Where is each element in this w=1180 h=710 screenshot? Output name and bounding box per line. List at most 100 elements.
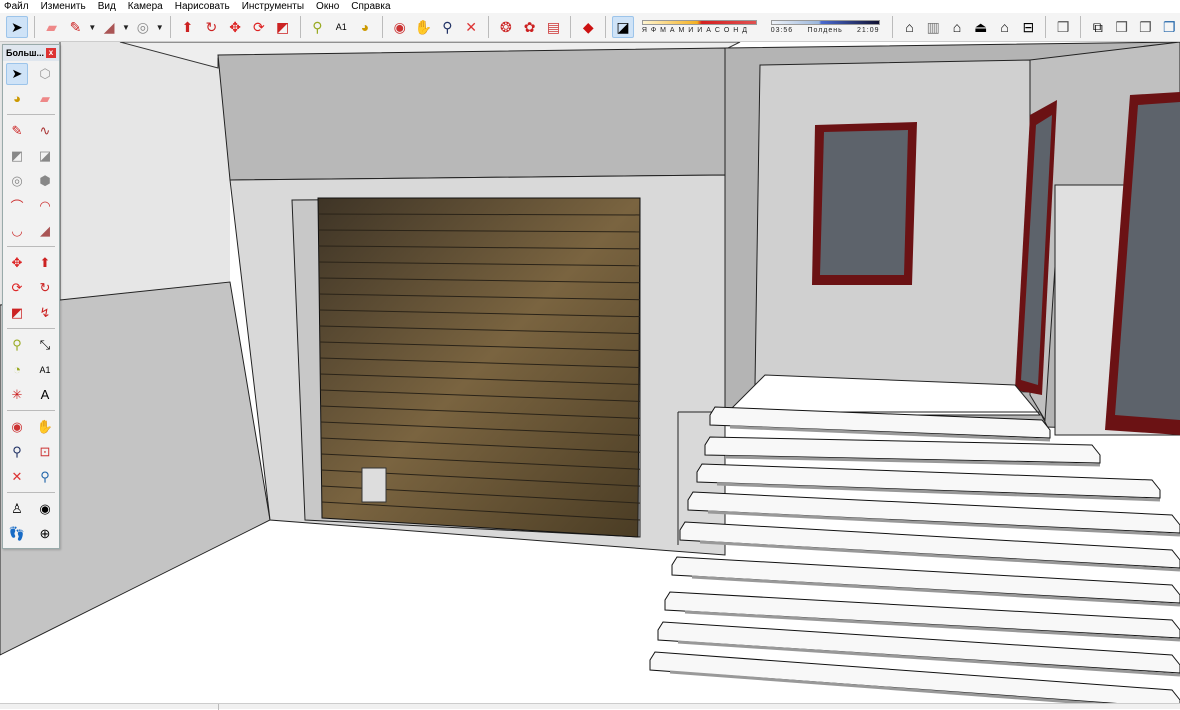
shadow-date-slider[interactable]: Я Ф М А М И И А С О Н Д — [641, 14, 757, 40]
protractor-icon[interactable]: ◔ — [6, 359, 28, 381]
orbit-icon[interactable]: ◉ — [389, 16, 411, 38]
palette-title-text: Больш... — [6, 48, 44, 58]
hidden-line-style-icon[interactable]: ❒ — [1111, 16, 1133, 38]
rotate-icon[interactable]: ⟳ — [6, 277, 28, 299]
time-end: 21:09 — [857, 27, 880, 34]
position-camera-icon[interactable]: ♙ — [6, 498, 28, 520]
menu-tools[interactable]: Инструменты — [242, 0, 304, 13]
select-tool-icon[interactable]: ➤ — [6, 16, 28, 38]
back-view-icon[interactable]: ⌂ — [994, 16, 1016, 38]
axes-icon[interactable]: ✳ — [6, 384, 28, 406]
dimension-icon[interactable]: ⤡ — [34, 334, 56, 356]
time-start: 03:56 — [770, 27, 794, 34]
3d-text-icon[interactable]: A — [34, 384, 56, 406]
push-pull-icon[interactable]: ⬆ — [177, 16, 199, 38]
pan-icon[interactable]: ✋ — [413, 16, 435, 38]
tape-measure-icon[interactable]: ⚲ — [6, 334, 28, 356]
zoom-extents-icon[interactable]: ✕ — [6, 466, 28, 488]
zoom-window-icon[interactable]: ⊡ — [34, 441, 56, 463]
shaded-style-icon[interactable]: ❐ — [1135, 16, 1157, 38]
text-tool-icon[interactable]: A1 — [330, 16, 352, 38]
arc-tool-icon[interactable]: ⌒ — [6, 195, 28, 217]
right-view-icon[interactable]: ⏏ — [970, 16, 992, 38]
rectangle-tool-icon[interactable]: ◩ — [6, 145, 28, 167]
warehouse-icon[interactable]: ❂ — [495, 16, 517, 38]
separator — [169, 16, 171, 38]
shadow-time-slider[interactable]: 03:56 Полдень 21:09 — [770, 14, 880, 40]
shadows-toggle-icon[interactable]: ◪ — [612, 16, 634, 38]
xray-style-icon[interactable]: ❒ — [1052, 16, 1074, 38]
zoom-icon[interactable]: ⚲ — [436, 16, 458, 38]
move-icon[interactable]: ✥ — [6, 252, 28, 274]
make-component-icon[interactable]: ⬡ — [34, 63, 56, 85]
left-view-icon[interactable]: ⊟ — [1017, 16, 1039, 38]
walk-icon[interactable]: 👣 — [6, 523, 28, 545]
scale-icon[interactable]: ◩ — [272, 16, 294, 38]
text-tool-icon[interactable]: A1 — [34, 359, 56, 381]
line-tool-icon[interactable]: ✎ — [6, 120, 28, 142]
freehand-tool-icon[interactable]: ∿ — [34, 120, 56, 142]
select-tool-icon[interactable]: ➤ — [6, 62, 28, 85]
section-plane-icon[interactable]: ⊕ — [34, 523, 56, 545]
separator — [605, 16, 607, 38]
menu-camera[interactable]: Камера — [128, 0, 163, 13]
three-point-arc-icon[interactable]: ◡ — [6, 220, 28, 242]
pan-icon[interactable]: ✋ — [34, 416, 56, 438]
circle-tool-icon[interactable]: ◎ — [6, 170, 28, 192]
rotate-icon[interactable]: ⟳ — [248, 16, 270, 38]
palette-title[interactable]: Больш... x — [3, 45, 59, 61]
arc-tool-icon[interactable]: ◢ — [98, 16, 120, 38]
top-view-icon[interactable]: ▥ — [922, 16, 944, 38]
time-noon: Полдень — [807, 27, 843, 34]
menu-window[interactable]: Окно — [316, 0, 339, 13]
main-toolbar: ➤ ▰ ✎ ▼ ◢ ▼ ◎ ▼ ⬆ ↻ ✥ ⟳ ◩ ⚲ A1 ◕ ◉ ✋ ⚲ ✕ ❂ … — [0, 13, 1180, 42]
separator — [33, 16, 35, 38]
polygon-tool-icon[interactable]: ⬢ — [34, 170, 56, 192]
rotated-rectangle-icon[interactable]: ◪ — [34, 145, 56, 167]
zoom-extents-icon[interactable]: ✕ — [460, 16, 482, 38]
move-icon[interactable]: ✥ — [224, 16, 246, 38]
chevron-down-icon[interactable]: ▼ — [122, 23, 130, 32]
separator — [1080, 16, 1081, 38]
paint-bucket-icon[interactable]: ◕ — [6, 88, 28, 110]
textured-style-icon[interactable]: ❐ — [1158, 16, 1180, 38]
eraser-tool-icon[interactable]: ▰ — [41, 16, 63, 38]
orbit-icon[interactable]: ◉ — [6, 416, 28, 438]
ruby-icon[interactable]: ◆ — [577, 16, 599, 38]
follow-me-icon[interactable]: ↻ — [34, 277, 56, 299]
paint-bucket-icon[interactable]: ◕ — [354, 16, 376, 38]
separator — [381, 16, 383, 38]
separator — [488, 16, 489, 38]
push-pull-icon[interactable]: ⬆ — [34, 252, 56, 274]
menu-draw[interactable]: Нарисовать — [175, 0, 230, 13]
close-icon[interactable]: x — [46, 48, 56, 58]
month-labels: Я Ф М А М И И А С О Н Д — [641, 27, 749, 34]
wireframe-style-icon[interactable]: ⧉ — [1087, 16, 1109, 38]
look-around-icon[interactable]: ◉ — [34, 498, 56, 520]
menu-view[interactable]: Вид — [98, 0, 116, 13]
tape-measure-icon[interactable]: ⚲ — [307, 16, 329, 38]
menu-file[interactable]: Файл — [4, 0, 29, 13]
chevron-down-icon[interactable]: ▼ — [88, 23, 96, 32]
3d-viewport[interactable] — [0, 42, 1180, 703]
menu-bar: Файл Изменить Вид Камера Нарисовать Инст… — [0, 0, 1180, 13]
share-model-icon[interactable]: ▤ — [543, 16, 565, 38]
two-point-arc-icon[interactable]: ◠ — [34, 195, 56, 217]
chevron-down-icon[interactable]: ▼ — [156, 23, 164, 32]
previous-view-icon[interactable]: ⚲ — [34, 466, 56, 488]
zoom-icon[interactable]: ⚲ — [6, 441, 28, 463]
eraser-tool-icon[interactable]: ▰ — [34, 88, 56, 110]
extension-icon[interactable]: ✿ — [519, 16, 541, 38]
pie-tool-icon[interactable]: ◢ — [34, 220, 56, 242]
menu-help[interactable]: Справка — [351, 0, 390, 13]
front-view-icon[interactable]: ⌂ — [946, 16, 968, 38]
menu-edit[interactable]: Изменить — [41, 0, 86, 13]
separator — [1045, 16, 1047, 38]
pencil-tool-icon[interactable]: ✎ — [65, 16, 87, 38]
offset-icon[interactable]: ↯ — [34, 302, 56, 324]
follow-me-icon[interactable]: ↻ — [200, 16, 222, 38]
circle-tool-icon[interactable]: ◎ — [132, 16, 154, 38]
iso-view-icon[interactable]: ⌂ — [899, 16, 921, 38]
status-bar — [0, 703, 1180, 710]
scale-icon[interactable]: ◩ — [6, 302, 28, 324]
